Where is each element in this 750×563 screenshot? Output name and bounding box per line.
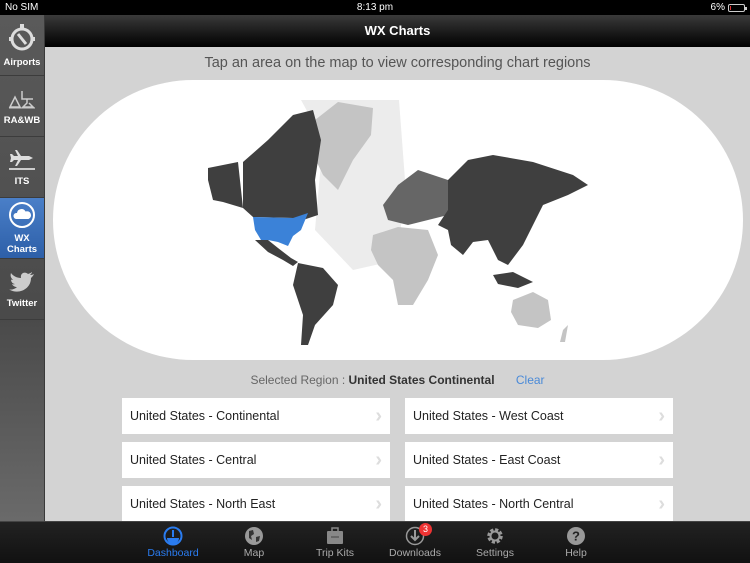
chevron-right-icon: › [375, 448, 382, 471]
page-title: WX Charts [364, 23, 431, 38]
selected-region-value: United States Continental [348, 373, 495, 387]
tab-label: Help [565, 547, 587, 559]
main-content: Tap an area on the map to view correspon… [45, 47, 750, 522]
sidebar-item-label: WX Charts [6, 233, 38, 255]
gear-icon [487, 528, 503, 544]
nav-bar: WX Charts [45, 15, 750, 47]
downloads-badge: 3 [419, 523, 432, 536]
globe-icon [245, 527, 263, 545]
region-list: United States - Continental › United Stat… [122, 398, 673, 522]
clock: 8:13 pm [356, 2, 394, 13]
region-item-label: United States - Central [130, 453, 257, 467]
twitter-bird-icon [9, 271, 34, 292]
sidebar: Airports RA&WB ITS WX Charts Twitter [0, 15, 45, 521]
tab-dashboard[interactable]: Dashboard [133, 526, 213, 559]
region-item-label: United States - Continental [130, 409, 280, 423]
map-region-asia[interactable] [438, 155, 588, 265]
briefcase-icon [327, 527, 343, 544]
region-list-item[interactable]: United States - East Coast › [405, 442, 673, 478]
sidebar-item-twitter[interactable]: Twitter [0, 259, 44, 320]
tab-map[interactable]: Map [214, 526, 294, 559]
tab-downloads[interactable]: 3 Downloads [375, 523, 455, 559]
sidebar-item-label: Airports [3, 56, 41, 68]
region-list-item[interactable]: United States - Central › [122, 442, 390, 478]
tab-help[interactable]: ? Help [536, 526, 616, 559]
region-list-item[interactable]: United States - North Central › [405, 486, 673, 522]
map-region-australia[interactable] [511, 292, 551, 328]
region-list-item[interactable]: United States - Continental › [122, 398, 390, 434]
chevron-right-icon: › [658, 448, 665, 471]
chevron-right-icon: › [658, 404, 665, 427]
sidebar-item-its[interactable]: ITS [0, 137, 44, 198]
sidebar-item-label: RA&WB [3, 114, 41, 126]
region-item-label: United States - West Coast [413, 409, 564, 423]
battery-percent: 6% [710, 2, 725, 13]
chevron-right-icon: › [375, 404, 382, 427]
map-region-indonesia[interactable] [493, 272, 533, 288]
map-region-south-america[interactable] [293, 263, 338, 345]
world-map[interactable] [53, 80, 743, 360]
map-region-alaska[interactable] [208, 162, 243, 208]
tab-settings[interactable]: Settings [455, 526, 535, 559]
dashboard-icon [163, 526, 183, 546]
map-region-mexico[interactable] [255, 240, 298, 266]
instruction-text: Tap an area on the map to view correspon… [204, 55, 591, 71]
cloud-icon [9, 202, 35, 228]
region-item-label: United States - North Central [413, 497, 574, 511]
region-list-item[interactable]: United States - West Coast › [405, 398, 673, 434]
tab-label: Dashboard [147, 547, 199, 559]
region-item-label: United States - East Coast [413, 453, 561, 467]
tab-label: Map [243, 547, 265, 559]
tab-label: Trip Kits [315, 547, 355, 559]
sidebar-item-label: Twitter [6, 297, 38, 309]
help-icon: ? [567, 527, 585, 545]
clear-button[interactable]: Clear [516, 373, 545, 387]
chevron-right-icon: › [375, 492, 382, 515]
sidebar-item-airports[interactable]: Airports [0, 15, 44, 76]
map-region-africa[interactable] [371, 227, 438, 305]
airplane-icon [9, 149, 35, 170]
status-bar: No SIM 8:13 pm 6% [0, 0, 750, 15]
tab-label: Downloads [389, 547, 441, 559]
map-region-canada[interactable] [243, 110, 321, 220]
svg-text:?: ? [572, 529, 580, 544]
sidebar-item-rawb[interactable]: RA&WB [0, 76, 44, 137]
compass-icon [9, 23, 35, 50]
region-item-label: United States - North East [130, 497, 276, 511]
chevron-right-icon: › [658, 492, 665, 515]
region-list-item[interactable]: United States - North East › [122, 486, 390, 522]
tab-label: Settings [476, 547, 514, 559]
selected-region-label: Selected Region : [250, 373, 346, 387]
tab-bar: Dashboard Map Trip Kits 3 Downloads Sett… [0, 521, 750, 563]
tab-trip-kits[interactable]: Trip Kits [295, 526, 375, 559]
sidebar-item-wx-charts[interactable]: WX Charts [0, 198, 44, 259]
scale-icon [8, 90, 35, 108]
sidebar-item-label: ITS [14, 175, 30, 187]
selected-region-line: Selected Region : United States Continen… [45, 373, 750, 387]
battery-icon [728, 3, 747, 12]
map-region-new-zealand[interactable] [560, 325, 568, 342]
